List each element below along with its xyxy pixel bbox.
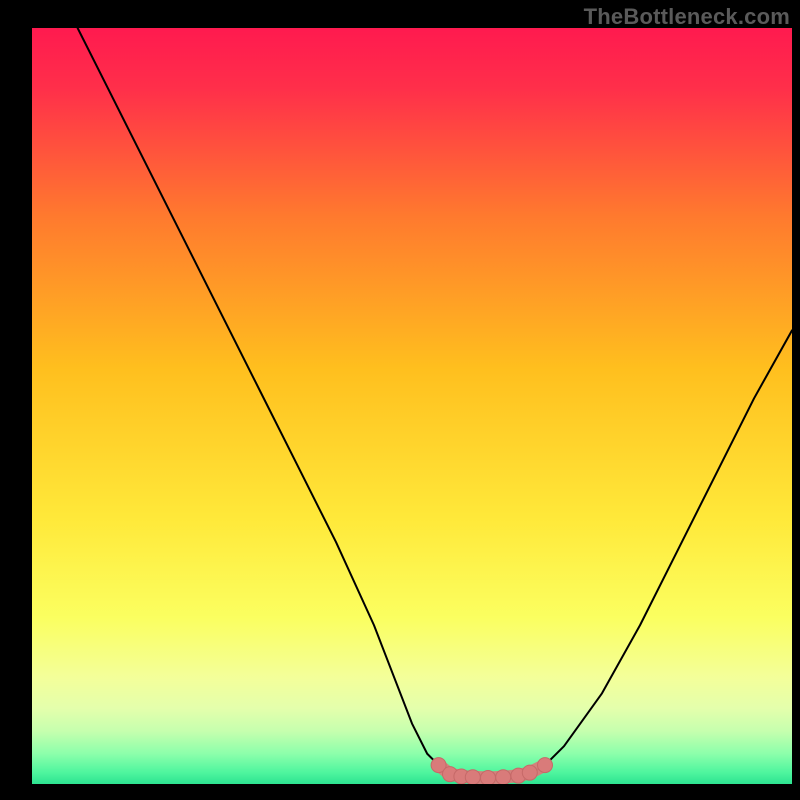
marker-dot — [522, 765, 537, 780]
marker-dot — [538, 758, 553, 773]
marker-dot — [496, 770, 511, 784]
chart-curve-layer — [32, 28, 792, 784]
bottom-markers — [431, 758, 552, 784]
marker-dot — [481, 770, 496, 784]
marker-dot — [465, 770, 480, 784]
plot-area — [32, 28, 792, 784]
curve-path — [78, 28, 792, 778]
watermark-text: TheBottleneck.com — [584, 4, 790, 30]
chart-frame: TheBottleneck.com — [0, 0, 800, 800]
bottleneck-curve — [78, 28, 792, 778]
